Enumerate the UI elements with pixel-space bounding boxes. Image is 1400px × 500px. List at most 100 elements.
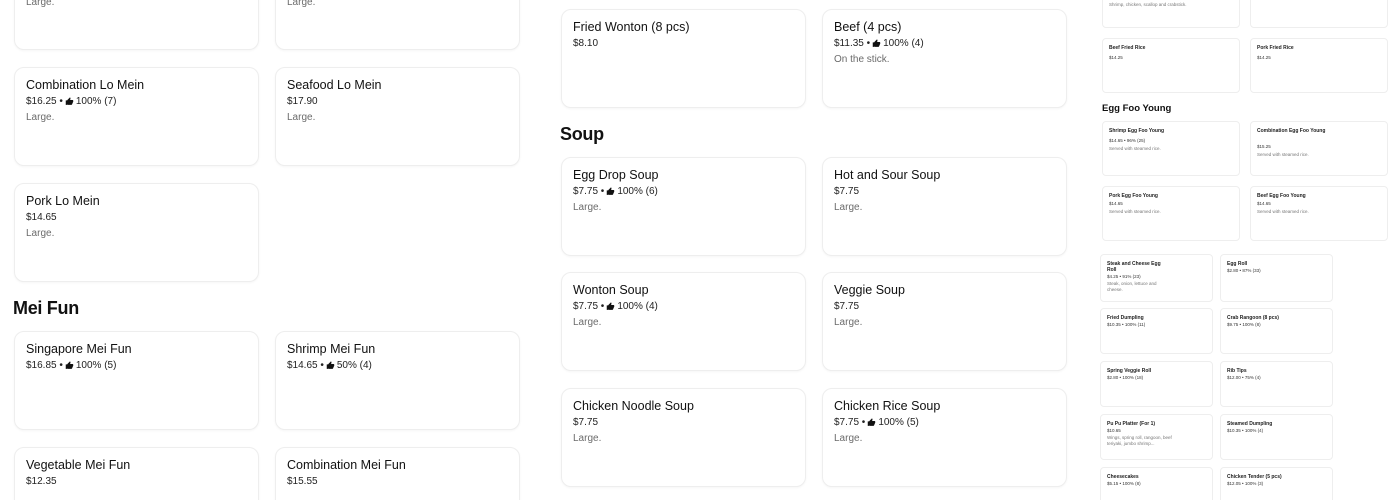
mini-item-description: Served with steamed rice.: [1257, 152, 1309, 157]
mini-menu-card[interactable]: Shrimp Egg Foo Young $14.65 • 96% (25) S…: [1102, 121, 1240, 176]
mini-menu-card[interactable]: [1250, 0, 1388, 28]
item-meta: $7.75: [573, 417, 598, 428]
menu-item-card[interactable]: Chicken Noodle Soup $7.75 Large.: [561, 388, 806, 487]
mini-item-meta: $12.00 • 75% (4): [1227, 375, 1261, 380]
item-meta: $12.35: [26, 476, 57, 487]
mini-menu-card[interactable]: Beef Fried Rice $14.25: [1102, 38, 1240, 93]
item-meta: $14.65: [26, 212, 57, 223]
mini-item-name: Pork Egg Foo Young: [1109, 193, 1158, 199]
item-description: Large.: [573, 317, 602, 328]
item-price: $8.10: [573, 38, 599, 49]
menu-item-card[interactable]: Veggie Soup $7.75 Large.: [822, 272, 1067, 371]
item-price: $7.75: [834, 301, 860, 312]
menu-item-card[interactable]: Chicken Rice Soup $7.75 • 100% (5) Large…: [822, 388, 1067, 487]
item-name: Egg Drop Soup: [573, 168, 659, 182]
item-name: Fried Wonton (8 pcs): [573, 20, 690, 34]
mini-item-price: $14.25: [1109, 55, 1123, 60]
mini-item-meta: $10.65: [1107, 428, 1121, 433]
mini-item-meta: $9.75 • 100% (8): [1227, 322, 1261, 327]
mini-item-name: Egg Roll: [1227, 261, 1248, 267]
menu-item-card[interactable]: Egg Drop Soup $7.75 • 100% (6) Large.: [561, 157, 806, 256]
mini-item-name: Beef Fried Rice: [1109, 45, 1146, 51]
menu-item-card[interactable]: Seafood Lo Mein $17.90 Large.: [275, 67, 520, 166]
mini-item-meta: $15.25: [1257, 144, 1271, 149]
item-name: Hot and Sour Soup: [834, 168, 941, 182]
item-name: Combination Mei Fun: [287, 458, 406, 472]
menu-item-card[interactable]: Large.: [275, 0, 520, 50]
menu-item-card[interactable]: Pork Lo Mein $14.65 Large.: [14, 183, 259, 282]
item-meta: $16.85 • 100% (5): [26, 360, 117, 371]
thumbs-up-icon: [606, 302, 615, 311]
item-meta: $15.55: [287, 476, 318, 487]
menu-item-card[interactable]: Hot and Sour Soup $7.75 Large.: [822, 157, 1067, 256]
menu-item-card[interactable]: Shrimp Mei Fun $14.65 • 50% (4): [275, 331, 520, 430]
mini-menu-card[interactable]: Pu Pu Platter (For 1) $10.65 Wings, spri…: [1100, 414, 1213, 460]
item-meta: $7.75: [834, 186, 859, 197]
item-name: Singapore Mei Fun: [26, 342, 132, 356]
mini-item-meta: $14.65: [1109, 201, 1123, 206]
menu-item-card[interactable]: Fried Wonton (8 pcs) $8.10: [561, 9, 806, 108]
mini-item-name: Beef Egg Foo Young: [1257, 193, 1306, 199]
mini-item-price: $14.25: [1257, 55, 1271, 60]
mini-menu-card[interactable]: Pork Fried Rice $14.25: [1250, 38, 1388, 93]
mini-menu-card[interactable]: Crab Rangoon (8 pcs) $9.75 • 100% (8): [1220, 308, 1333, 354]
mini-menu-card[interactable]: Beef Egg Foo Young $14.65 Served with st…: [1250, 186, 1388, 241]
mini-menu-card[interactable]: Shrimp, chicken, scallop and crabstick.: [1102, 0, 1240, 28]
mini-item-name: Combination Egg Foo Young: [1257, 128, 1326, 134]
menu-item-card[interactable]: Combination Mei Fun $15.55: [275, 447, 520, 500]
section-title-mei-fun: Mei Fun: [13, 298, 79, 318]
item-rating: 100% (6): [617, 186, 658, 197]
item-name: Veggie Soup: [834, 283, 905, 297]
mini-item-name: Rib Tips: [1227, 368, 1247, 374]
mini-item-meta: $10.35 • 100% (11): [1107, 322, 1146, 327]
item-price: $7.75: [573, 301, 599, 312]
mini-item-description: Wings, spring roll, rangoon, beef teriya…: [1107, 435, 1172, 446]
mini-item-name: Steak and Cheese Egg Roll: [1107, 261, 1161, 273]
item-description: Large.: [287, 112, 316, 123]
mini-menu-card[interactable]: Chicken Tender (5 pcs) $12.05 • 100% (3): [1220, 467, 1333, 500]
item-name: Chicken Rice Soup: [834, 399, 941, 413]
item-meta: $14.65 • 50% (4): [287, 360, 372, 371]
item-name: Beef (4 pcs): [834, 20, 902, 34]
mini-item-name: Pu Pu Platter (For 1): [1107, 421, 1156, 427]
mini-item-name: Cheesecakes: [1107, 474, 1139, 480]
mini-menu-card[interactable]: Spring Veggie Roll $2.80 • 100% (18): [1100, 361, 1213, 407]
mini-item-name: Fried Dumpling: [1107, 315, 1144, 321]
mini-item-meta: $5.15 • 100% (8): [1107, 481, 1141, 486]
mini-menu-card[interactable]: Rib Tips $12.00 • 75% (4): [1220, 361, 1333, 407]
item-meta: $16.25 • 100% (7): [26, 96, 117, 107]
menu-item-card[interactable]: Singapore Mei Fun $16.85 • 100% (5): [14, 331, 259, 430]
item-description: Large.: [287, 0, 316, 8]
mini-menu-card[interactable]: Steak and Cheese Egg Roll $4.25 • 91% (2…: [1100, 254, 1213, 302]
menu-item-card[interactable]: Large.: [14, 0, 259, 50]
mini-item-description: Served with steamed rice.: [1109, 146, 1161, 151]
mini-item-name: Pork Fried Rice: [1257, 45, 1294, 51]
item-meta: $17.90: [287, 96, 318, 107]
thumbs-up-icon: [65, 97, 74, 106]
item-rating: 50% (4): [336, 360, 372, 371]
menu-item-card[interactable]: Wonton Soup $7.75 • 100% (4) Large.: [561, 272, 806, 371]
item-description: Large.: [26, 0, 55, 8]
item-rating: 100% (4): [883, 38, 924, 49]
item-rating: 100% (4): [617, 301, 658, 312]
mini-menu-card[interactable]: Fried Dumpling $10.35 • 100% (11): [1100, 308, 1213, 354]
mini-menu-card[interactable]: Egg Roll $2.80 • 87% (33): [1220, 254, 1333, 302]
mini-item-description: Steak, onion, lettuce and cheese.: [1107, 281, 1157, 292]
item-price: $7.75: [573, 186, 599, 197]
item-rating: 100% (5): [75, 360, 117, 371]
menu-item-card[interactable]: Combination Lo Mein $16.25 • 100% (7) La…: [14, 67, 259, 166]
mini-menu-card[interactable]: Cheesecakes $5.15 • 100% (8): [1100, 467, 1213, 500]
mini-menu-card[interactable]: Steamed Dumpling $10.35 • 100% (4): [1220, 414, 1333, 460]
item-name: Vegetable Mei Fun: [26, 458, 131, 472]
mini-item-meta: $4.25 • 91% (23): [1107, 274, 1141, 279]
item-price: $12.35: [26, 476, 57, 487]
item-meta: $7.75 • 100% (4): [573, 301, 658, 312]
item-price: $7.75: [834, 417, 860, 428]
mini-menu-card[interactable]: Combination Egg Foo Young $15.25 Served …: [1250, 121, 1388, 176]
menu-item-card[interactable]: Beef (4 pcs) $11.35 • 100% (4) On the st…: [822, 9, 1067, 108]
item-meta: $7.75 • 100% (6): [573, 186, 658, 197]
mini-item-name: Crab Rangoon (8 pcs): [1227, 315, 1279, 321]
menu-item-card[interactable]: Vegetable Mei Fun $12.35: [14, 447, 259, 500]
item-rating: 100% (5): [878, 417, 919, 428]
mini-menu-card[interactable]: Pork Egg Foo Young $14.65 Served with st…: [1102, 186, 1240, 241]
